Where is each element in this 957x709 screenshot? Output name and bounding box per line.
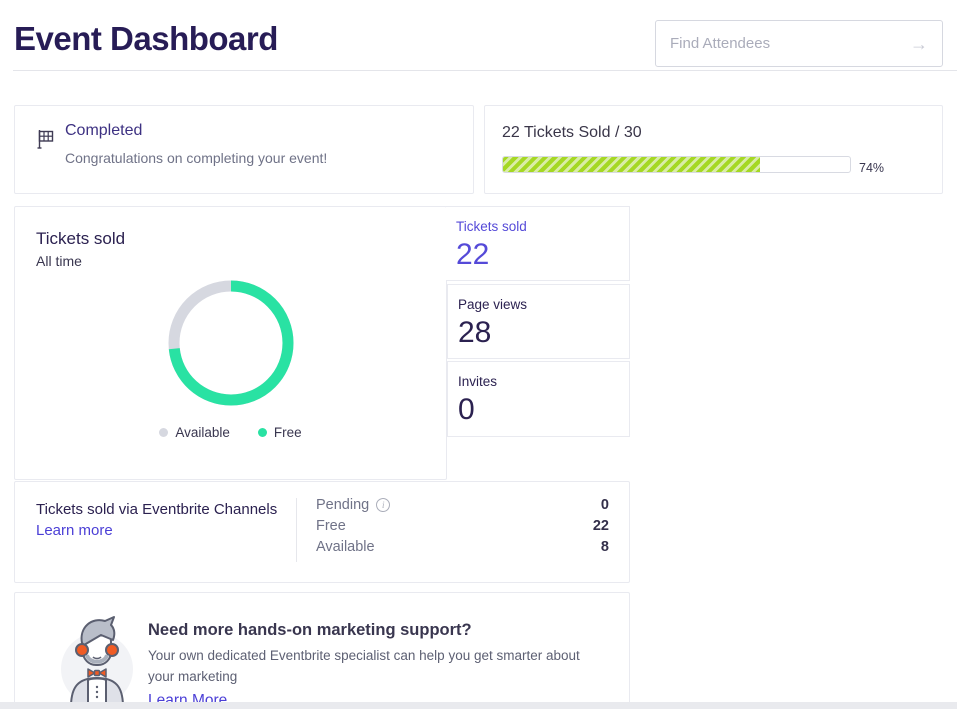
donut-chart: [161, 273, 301, 413]
status-title: Completed: [65, 122, 142, 140]
chart-subtitle: All time: [36, 253, 82, 269]
stat-label: Invites: [458, 374, 629, 389]
channel-value: 8: [601, 539, 609, 555]
header-divider: [13, 70, 957, 71]
bottom-edge-strip: [0, 702, 957, 709]
legend-label-available: Available: [175, 425, 230, 440]
legend-dot-available: [159, 428, 168, 437]
event-dashboard-page: Event Dashboard → Completed Congratulati…: [0, 0, 957, 709]
marketing-title: Need more hands-on marketing support?: [148, 621, 472, 640]
stat-value: 22: [456, 238, 629, 272]
channel-value: 22: [593, 518, 609, 534]
page-title: Event Dashboard: [14, 20, 278, 58]
arrow-right-icon[interactable]: →: [910, 35, 928, 53]
stat-tab-tickets-sold[interactable]: Tickets sold 22: [446, 206, 630, 281]
stat-value: 0: [458, 393, 629, 427]
channels-learn-more-link[interactable]: Learn more: [36, 522, 113, 539]
chart-title: Tickets sold: [36, 229, 125, 249]
tickets-progress-fill: [503, 157, 760, 172]
legend-item-free: Free: [258, 425, 302, 440]
channels-breakdown: Pending i 0 Free 22 Available 8: [316, 494, 609, 557]
chart-legend: Available Free: [15, 425, 446, 440]
support-specialist-illustration-icon: [59, 611, 135, 705]
search-input[interactable]: [670, 35, 910, 52]
find-attendees-search[interactable]: →: [655, 20, 943, 67]
marketing-support-card: Need more hands-on marketing support? Yo…: [14, 592, 630, 704]
marketing-body: Your own dedicated Eventbrite specialist…: [148, 646, 598, 688]
tickets-sold-progress-card: 22 Tickets Sold / 30 74%: [484, 105, 943, 194]
legend-dot-free: [258, 428, 267, 437]
tickets-sold-ratio: 22 Tickets Sold / 30: [502, 124, 642, 142]
checkered-flag-icon: [35, 128, 57, 150]
eventbrite-channels-card: Tickets sold via Eventbrite Channels Lea…: [14, 481, 630, 583]
legend-item-available: Available: [159, 425, 230, 440]
legend-label-free: Free: [274, 425, 302, 440]
channels-title: Tickets sold via Eventbrite Channels: [36, 501, 277, 518]
channel-label: Pending: [316, 497, 369, 513]
channel-row-free: Free 22: [316, 515, 609, 536]
vertical-divider: [296, 498, 297, 562]
stat-label: Tickets sold: [456, 219, 629, 234]
status-subtitle: Congratulations on completing your event…: [65, 150, 327, 166]
stat-label: Page views: [458, 297, 629, 312]
tickets-progress-bar: [502, 156, 851, 173]
tickets-progress-percent: 74%: [859, 161, 884, 175]
info-icon[interactable]: i: [376, 498, 390, 512]
stat-tab-page-views[interactable]: Page views 28: [447, 284, 630, 359]
channel-label: Free: [316, 518, 346, 534]
tickets-sold-chart-card: Tickets sold All time Available Free: [14, 206, 447, 480]
channel-label: Available: [316, 539, 375, 555]
channel-row-available: Available 8: [316, 536, 609, 557]
channel-value: 0: [601, 497, 609, 513]
status-card: Completed Congratulations on completing …: [14, 105, 474, 194]
stat-value: 28: [458, 316, 629, 350]
channel-row-pending: Pending i 0: [316, 494, 609, 515]
stat-tab-invites[interactable]: Invites 0: [447, 361, 630, 437]
